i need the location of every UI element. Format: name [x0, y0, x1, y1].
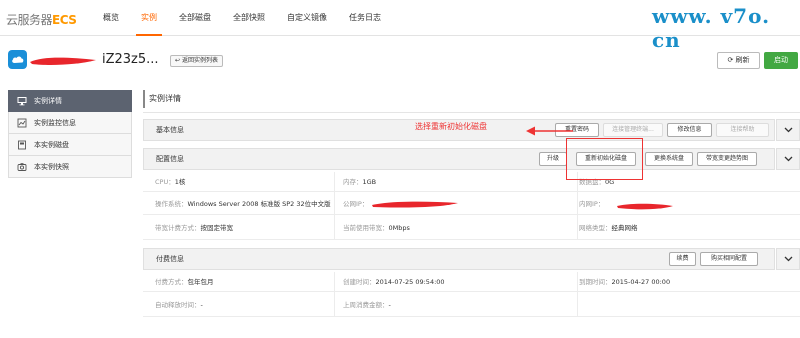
refresh-icon: ⟳	[727, 56, 736, 64]
monitor-icon	[17, 96, 27, 106]
config-row-1: CPU：1核 内存：1GB 数据盘：0G	[143, 172, 800, 192]
config-row-2: 操作系统：Windows Server 2008 标准版 SP2 32位中文版 …	[143, 193, 800, 215]
start-button[interactable]: 启动	[764, 52, 798, 69]
chevron-down-icon	[784, 256, 792, 262]
sidebar-item-monitoring[interactable]: 实例监控信息	[8, 112, 132, 134]
basic-collapse-toggle[interactable]	[776, 119, 800, 141]
disk-icon	[17, 140, 27, 150]
redaction-mark	[372, 201, 458, 208]
column-divider	[334, 172, 335, 240]
config-info-title: 配置信息	[156, 155, 184, 163]
sidebar: 实例详情 实例监控信息 本实例磁盘 本实例快照	[8, 90, 132, 178]
brand-logo[interactable]: 云服务器ECS	[6, 11, 77, 28]
sidebar-item-instance-details[interactable]: 实例详情	[8, 90, 132, 112]
nav-all-snapshots[interactable]: 全部快照	[222, 0, 276, 36]
column-divider	[334, 272, 335, 317]
divider	[143, 112, 800, 113]
chevron-down-icon	[784, 127, 792, 133]
connect-terminal-button[interactable]: 连接管理终端...	[603, 123, 663, 137]
chevron-down-icon	[784, 156, 792, 162]
cloud-icon	[8, 50, 27, 69]
sidebar-item-disks[interactable]: 本实例磁盘	[8, 134, 132, 156]
page-title: 实例详情	[143, 90, 181, 108]
upgrade-button[interactable]: 升级	[539, 152, 567, 166]
snapshot-icon	[17, 162, 27, 172]
annotation-text: 选择重新初始化磁盘	[415, 122, 487, 131]
nav-all-disks[interactable]: 全部磁盘	[168, 0, 222, 36]
modify-info-button[interactable]: 修改信息	[667, 123, 712, 137]
column-divider	[577, 272, 578, 317]
annotation-highlight-box	[566, 138, 643, 180]
chart-icon	[17, 118, 27, 128]
back-to-list-button[interactable]: ↩ 返回实例列表	[170, 55, 223, 67]
nav-custom-images[interactable]: 自定义镜像	[276, 0, 338, 36]
billing-row-2: 自动释放时间：- 上周消费金额：-	[143, 293, 800, 317]
refresh-button[interactable]: ⟳ 刷新	[717, 52, 760, 69]
column-divider	[577, 172, 578, 240]
redaction-mark	[30, 57, 96, 65]
sidebar-item-snapshots[interactable]: 本实例快照	[8, 156, 132, 178]
billing-row-1: 付费方式：包年包月 创建时间：2014-07-25 09:54:00 到期时间：…	[143, 272, 800, 292]
connect-help-button[interactable]: 连接帮助	[716, 123, 769, 137]
billing-collapse-toggle[interactable]	[776, 248, 800, 270]
change-system-disk-button[interactable]: 更换系统盘	[645, 152, 693, 166]
instance-header: iZ23z5... ↩ 返回实例列表	[0, 44, 800, 76]
nav-instances[interactable]: 实例	[130, 0, 168, 36]
config-collapse-toggle[interactable]	[776, 148, 800, 170]
billing-info-title: 付费信息	[156, 255, 184, 263]
main-nav: 概览 实例 全部磁盘 全部快照 自定义镜像 任务日志	[92, 0, 392, 36]
redaction-mark	[617, 203, 673, 210]
nav-task-log[interactable]: 任务日志	[338, 0, 392, 36]
buy-same-config-button[interactable]: 购买相同配置	[700, 252, 758, 266]
nav-overview[interactable]: 概览	[92, 0, 130, 36]
config-row-3: 带宽计费方式：按固定带宽 当前使用带宽：0Mbps 网络类型：经典网络	[143, 216, 800, 240]
basic-info-title: 基本信息	[156, 126, 184, 134]
renew-button[interactable]: 续费	[669, 252, 696, 266]
bandwidth-trend-button[interactable]: 带宽变更趋势图	[697, 152, 757, 166]
back-icon: ↩	[175, 57, 182, 64]
top-nav-bar: 云服务器ECS 概览 实例 全部磁盘 全部快照 自定义镜像 任务日志 www. …	[0, 0, 800, 52]
annotation-arrow	[526, 126, 573, 136]
